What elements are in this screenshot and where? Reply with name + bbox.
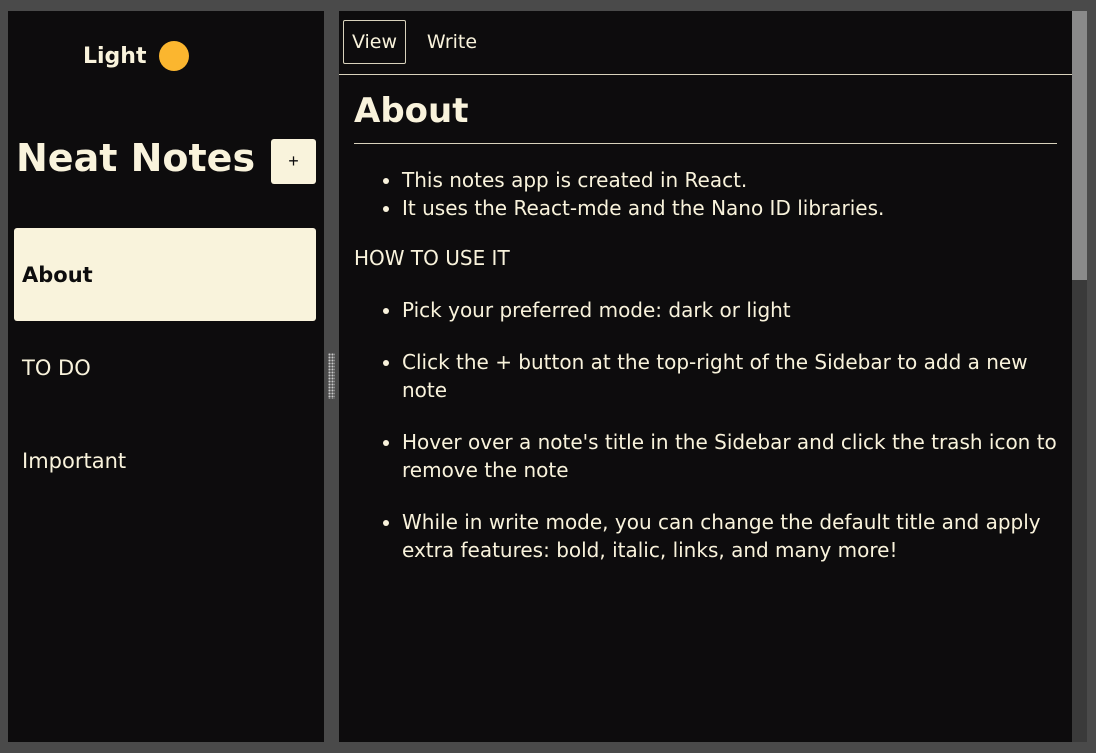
theme-toggle-label: Light bbox=[83, 43, 147, 69]
intro-list: This notes app is created in React. It u… bbox=[354, 166, 1057, 222]
split-gutter[interactable] bbox=[324, 11, 339, 742]
list-item: Pick your preferred mode: dark or light bbox=[402, 296, 1057, 324]
list-item: This notes app is created in React. bbox=[402, 166, 1057, 194]
list-item: Hover over a note's title in the Sidebar… bbox=[402, 428, 1057, 484]
scrollbar-thumb[interactable] bbox=[1072, 11, 1087, 280]
note-item-about[interactable]: About bbox=[14, 228, 316, 321]
list-item: Click the + button at the top-right of t… bbox=[402, 348, 1057, 404]
note-list: About TO DO Important bbox=[14, 228, 316, 507]
editor-tabs: View Write bbox=[339, 11, 1072, 75]
note-title: About bbox=[354, 91, 1057, 144]
section-heading: HOW TO USE IT bbox=[354, 246, 510, 270]
drag-handle-icon[interactable] bbox=[328, 353, 335, 399]
sidebar: Light Neat Notes + About TO DO Important bbox=[8, 11, 324, 742]
app-window: Light Neat Notes + About TO DO Important… bbox=[8, 11, 1087, 742]
howto-list: Pick your preferred mode: dark or light … bbox=[354, 296, 1057, 564]
theme-toggle[interactable]: Light bbox=[83, 41, 189, 71]
note-preview: About This notes app is created in React… bbox=[354, 91, 1057, 588]
note-item-important[interactable]: Important bbox=[14, 414, 316, 507]
editor-pane: View Write About This notes app is creat… bbox=[339, 11, 1087, 742]
sun-icon[interactable] bbox=[158, 41, 189, 71]
note-item-todo[interactable]: TO DO bbox=[14, 321, 316, 414]
add-note-button[interactable]: + bbox=[271, 139, 316, 184]
tab-write[interactable]: Write bbox=[419, 20, 485, 64]
list-item: While in write mode, you can change the … bbox=[402, 508, 1057, 564]
list-item: It uses the React-mde and the Nano ID li… bbox=[402, 194, 1057, 222]
scrollbar[interactable] bbox=[1072, 11, 1087, 742]
app-title: Neat Notes bbox=[16, 136, 256, 180]
tab-view[interactable]: View bbox=[343, 20, 406, 64]
